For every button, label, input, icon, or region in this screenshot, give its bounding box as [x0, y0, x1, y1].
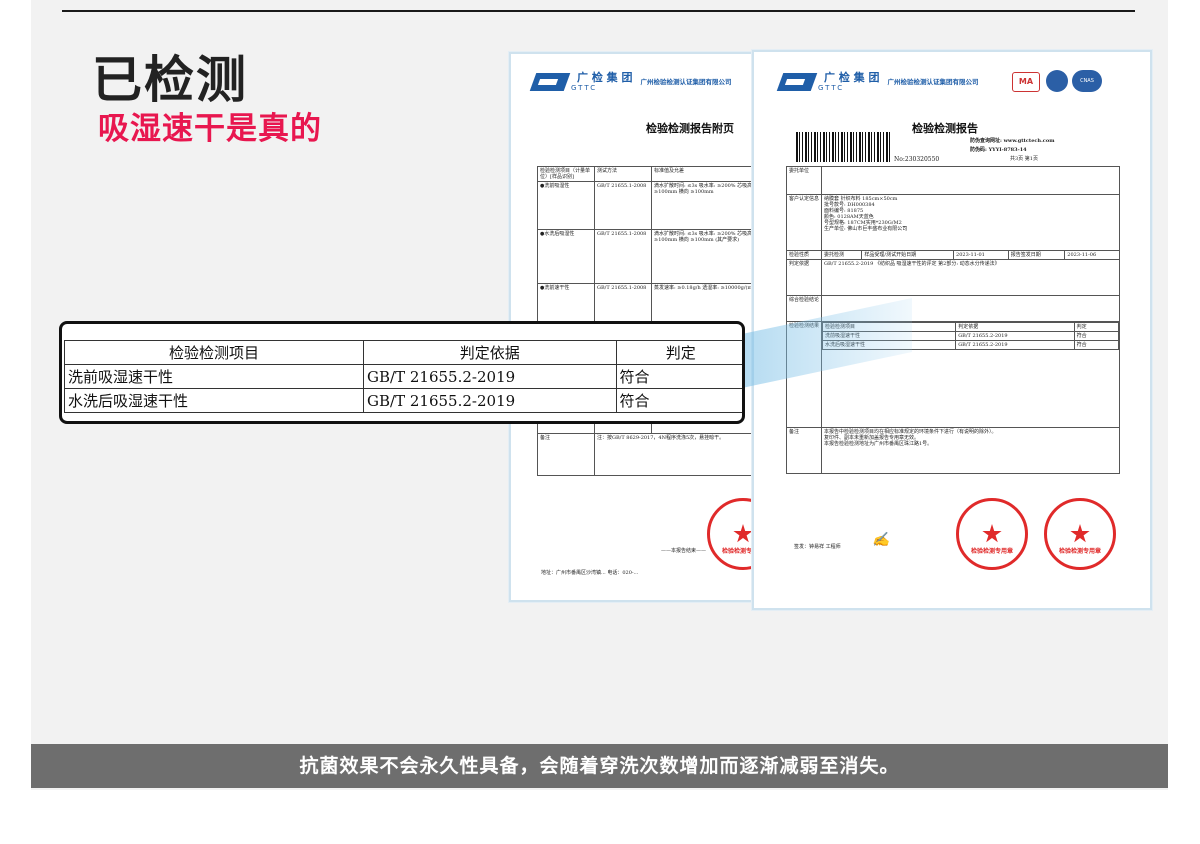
table-row: ●洗前吸湿性 GB/T 21655.1-2008 滴水扩散时间: ≤3s 吸水率…: [537, 181, 757, 230]
report-end-note: ——本报告结束——: [661, 548, 707, 554]
col-method: 测试方法: [594, 166, 652, 182]
table-row: ●水洗后吸湿性 GB/T 21655.1-2008 滴水扩散时间: ≤3s 吸水…: [537, 229, 757, 284]
remark-row: 备注 注：按GB/T 8629-2017，4N程序洗涤5次，悬挂晾干。: [537, 433, 757, 476]
sign-label: 签发：钟易祥 工程师: [794, 544, 841, 550]
cnas-cert-icon: CNAS: [1072, 70, 1102, 92]
ilac-cert-icon: [1046, 70, 1068, 92]
report-number: No:230320550: [894, 156, 940, 163]
cma-cert-icon: MA: [1012, 72, 1040, 92]
zoomed-results-table: 检验检测项目 判定依据 判定 洗前吸湿速干性 GB/T 21655.2-2019…: [63, 340, 742, 413]
headline: 已检测: [92, 51, 248, 109]
report-title: 检验检测报告: [912, 122, 978, 135]
barcode: [796, 132, 890, 162]
subheadline: 吸湿速干是真的: [98, 111, 322, 147]
col-basis: 判定依据: [363, 340, 617, 365]
report-title: 检验检测报告附页: [646, 122, 734, 135]
verify-url: 防伪查询网址: www.gttctech.com: [970, 138, 1055, 144]
lab-name: 广州检验检测认证集团有限公司: [640, 78, 732, 86]
col-verdict: 判定: [615, 340, 742, 365]
gttc-logo-icon: [529, 73, 571, 91]
gttc-logo: 广 检 集 团 GTTC 广州检验检测认证集团有限公司: [776, 71, 979, 92]
zoomed-results-callout: 检验检测项目 判定依据 判定 洗前吸湿速干性 GB/T 21655.2-2019…: [59, 321, 745, 424]
sample-info: 纳膜套 针织布料 185cm×50cm 批号款号: DH000384 面料编号:…: [821, 194, 1120, 251]
brand-en: GTTC: [571, 84, 598, 92]
gttc-logo: 广 检 集 团 GTTC 广州检验检测认证集团有限公司: [529, 71, 732, 92]
table-row: 洗前吸湿速干性 GB/T 21655.2-2019 符合: [63, 364, 742, 389]
brand-en: GTTC: [818, 84, 845, 92]
signature: ✍: [872, 532, 890, 548]
col-item: 检验检测项目: [63, 340, 365, 365]
brand-name: 广 检 集 团: [824, 71, 880, 84]
disclaimer-bar: 抗菌效果不会永久性具备，会随着穿洗次数增加而逐渐减弱至消失。: [31, 744, 1168, 788]
page-info: 共3页 第1页: [1010, 156, 1038, 162]
gttc-logo-icon: [776, 73, 818, 91]
inspection-seal: 检验检测专用章: [956, 498, 1028, 570]
top-divider: [62, 10, 1135, 12]
col-standard: 标准值及允差: [651, 166, 757, 182]
lab-address: 地址：广州市番禺区沙湾镇... 电话：020-...: [541, 570, 639, 576]
inspection-seal: 检验检测专用章: [1044, 498, 1116, 570]
lab-name: 广州检验检测认证集团有限公司: [887, 78, 979, 86]
table-header-row: 检验检测项目 判定依据 判定: [63, 340, 742, 365]
table-header-row: 检验检测项目（计量单位）[样品识别] 测试方法 标准值及允差: [537, 166, 757, 182]
verify-code: 防伪码: YYYI-8783-14: [970, 147, 1027, 153]
col-item: 检验检测项目（计量单位）[样品识别]: [537, 166, 595, 182]
brand-name: 广 检 集 团: [577, 71, 633, 84]
table-row: 水洗后吸湿速干性 GB/T 21655.2-2019 符合: [63, 388, 742, 413]
